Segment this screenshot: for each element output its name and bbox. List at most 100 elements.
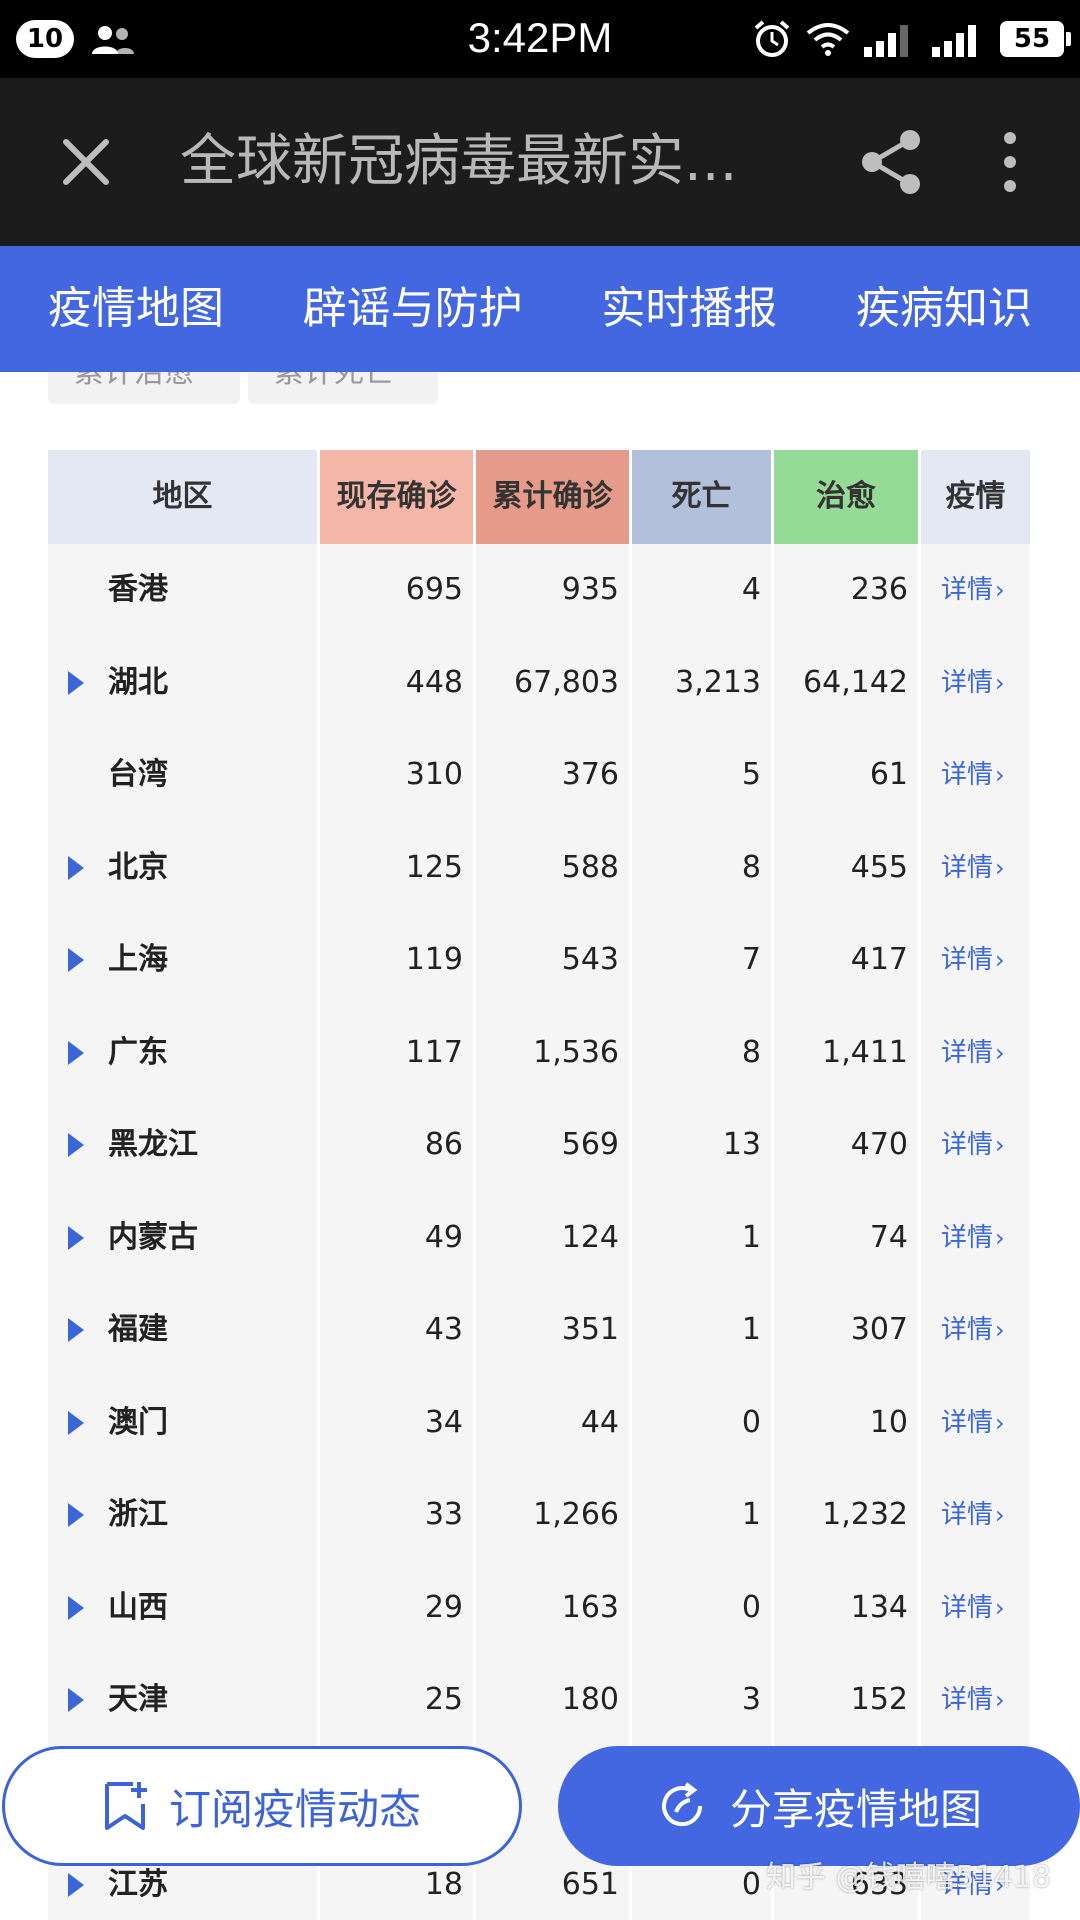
region-name: 黑龙江: [108, 1127, 198, 1162]
cell-total-confirmed: 1,266: [476, 1469, 632, 1562]
detail-link[interactable]: 详情›: [921, 1284, 1030, 1377]
header-death[interactable]: 死亡: [632, 450, 774, 544]
detail-link[interactable]: 详情›: [921, 637, 1030, 730]
detail-link[interactable]: 详情›: [921, 822, 1030, 915]
cell-current-confirmed: 29: [320, 1561, 476, 1654]
expand-arrow-icon[interactable]: [68, 1318, 84, 1342]
cell-region: 香港: [48, 544, 320, 637]
cell-total-confirmed: 124: [476, 1191, 632, 1284]
table-row[interactable]: 澳门 34 44 0 10 详情›: [48, 1376, 1030, 1470]
table-row[interactable]: 浙江 33 1,266 1 1,232 详情›: [48, 1469, 1030, 1562]
share-icon[interactable]: [852, 122, 932, 202]
detail-link[interactable]: 详情›: [921, 1099, 1030, 1192]
chevron-right-icon: ›: [995, 576, 1005, 604]
header-total-confirmed[interactable]: 累计确诊: [476, 450, 632, 544]
detail-link[interactable]: 详情›: [921, 1192, 1030, 1285]
region-name: 浙江: [108, 1497, 168, 1532]
detail-label: 详情: [941, 1685, 994, 1715]
expand-arrow-icon[interactable]: [68, 1040, 84, 1065]
region-name: 上海: [108, 942, 168, 977]
expand-arrow-icon[interactable]: [68, 1503, 84, 1527]
cell-current-confirmed: 25: [320, 1654, 476, 1747]
signal-icon: [864, 25, 908, 57]
share-map-label: 分享疫情地图: [729, 1784, 982, 1834]
expand-arrow-icon[interactable]: [68, 670, 84, 695]
battery-indicator: 55: [1000, 21, 1071, 57]
cell-cured: 152: [774, 1654, 921, 1747]
cell-region: 天津: [48, 1654, 320, 1747]
cell-total-confirmed: 376: [476, 729, 632, 822]
expand-arrow-icon[interactable]: [68, 1595, 84, 1620]
tab-epidemic-map[interactable]: 疫情地图: [48, 246, 224, 372]
more-vertical-icon[interactable]: [985, 122, 1035, 202]
cell-death: 3,213: [632, 636, 774, 729]
table-row[interactable]: 上海 119 543 7 417 详情›: [48, 914, 1030, 1007]
share-map-button[interactable]: 分享疫情地图: [558, 1746, 1080, 1866]
cell-current-confirmed: 49: [320, 1191, 476, 1284]
cell-death: 8: [632, 821, 774, 914]
cell-region: 上海: [48, 914, 320, 1007]
cell-cured: 307: [774, 1284, 921, 1377]
table-row: 台湾 310 376 5 61 详情›: [48, 729, 1030, 822]
header-region[interactable]: 地区: [48, 450, 320, 544]
tab-bar: 疫情地图 辟谣与防护 实时播报 疾病知识: [0, 246, 1080, 372]
chevron-right-icon: ›: [995, 1223, 1005, 1252]
table-row: 香港 695 935 4 236 详情›: [48, 544, 1030, 637]
cell-cured: 417: [774, 914, 921, 1007]
cell-death: 3: [632, 1654, 774, 1747]
table-row[interactable]: 北京 125 588 8 455 详情›: [48, 821, 1030, 915]
table-row[interactable]: 天津 25 180 3 152 详情›: [48, 1654, 1030, 1747]
wifi-icon: [806, 23, 850, 56]
status-bar: 10 3:42PM 55: [0, 0, 1080, 78]
cell-region: 台湾: [48, 729, 320, 822]
chevron-right-icon: ›: [995, 853, 1005, 882]
table-row[interactable]: 黑龙江 86 569 13 470 详情›: [48, 1099, 1030, 1192]
refresh-share-icon: [662, 1782, 702, 1827]
table-row[interactable]: 广东 117 1,536 8 1,411 详情›: [48, 1006, 1030, 1100]
page-title: 全球新冠病毒最新实...: [180, 129, 738, 194]
expand-arrow-icon[interactable]: [68, 1225, 84, 1250]
detail-link[interactable]: 详情›: [921, 729, 1030, 822]
detail-label: 详情: [941, 1592, 994, 1623]
table-row[interactable]: 内蒙古 49 124 1 74 详情›: [48, 1191, 1030, 1285]
expand-arrow-icon[interactable]: [68, 1688, 84, 1712]
detail-label: 详情: [941, 1315, 994, 1345]
cell-total-confirmed: 163: [476, 1561, 632, 1654]
region-table: 地区 现存确诊 累计确诊 死亡 治愈 疫情 香港 695 935 4 236 详情› 湖北 4…: [48, 450, 1030, 1920]
table-row[interactable]: 湖北 448 67,803 3,213 64,142 详情›: [48, 636, 1030, 730]
close-icon[interactable]: [44, 120, 128, 204]
expand-arrow-icon[interactable]: [68, 1873, 84, 1897]
expand-arrow-icon[interactable]: [68, 948, 84, 972]
region-name: 江苏: [108, 1867, 168, 1902]
detail-link[interactable]: 详情›: [921, 1469, 1030, 1562]
expand-arrow-icon[interactable]: [68, 855, 84, 880]
table-row[interactable]: 山西 29 163 0 134 详情›: [48, 1561, 1030, 1655]
cell-region: 内蒙古: [48, 1191, 320, 1284]
cell-total-confirmed: 1,536: [476, 1006, 632, 1099]
filter-chip-cured[interactable]: 累计治愈: [48, 372, 240, 404]
tab-disease-knowledge[interactable]: 疾病知识: [856, 246, 1032, 372]
expand-arrow-icon[interactable]: [68, 1410, 84, 1435]
detail-link[interactable]: 详情›: [921, 1377, 1030, 1470]
expand-arrow-icon[interactable]: [68, 1133, 84, 1157]
tab-rumor-protection[interactable]: 辟谣与防护: [303, 246, 523, 372]
detail-link[interactable]: 详情›: [921, 914, 1030, 1007]
subscribe-button[interactable]: 订阅疫情动态: [2, 1746, 522, 1866]
chevron-right-icon: ›: [995, 1501, 1005, 1529]
cell-cured: 1,232: [774, 1469, 921, 1562]
detail-label: 详情: [941, 1037, 994, 1068]
cell-death: 1: [632, 1469, 774, 1562]
detail-link[interactable]: 详情›: [921, 1007, 1030, 1100]
cell-total-confirmed: 44: [476, 1376, 632, 1469]
cell-death: 8: [632, 1006, 774, 1099]
region-name: 山西: [108, 1589, 168, 1625]
filter-chip-death[interactable]: 累计死亡: [248, 372, 438, 404]
detail-link[interactable]: 详情›: [921, 1654, 1030, 1747]
header-current-confirmed[interactable]: 现存确诊: [320, 450, 476, 544]
detail-link[interactable]: 详情›: [921, 544, 1030, 637]
cell-death: 7: [632, 914, 774, 1007]
header-cured[interactable]: 治愈: [774, 450, 921, 544]
detail-link[interactable]: 详情›: [921, 1562, 1030, 1655]
table-row[interactable]: 福建 43 351 1 307 详情›: [48, 1284, 1030, 1377]
tab-live-report[interactable]: 实时播报: [601, 246, 777, 372]
